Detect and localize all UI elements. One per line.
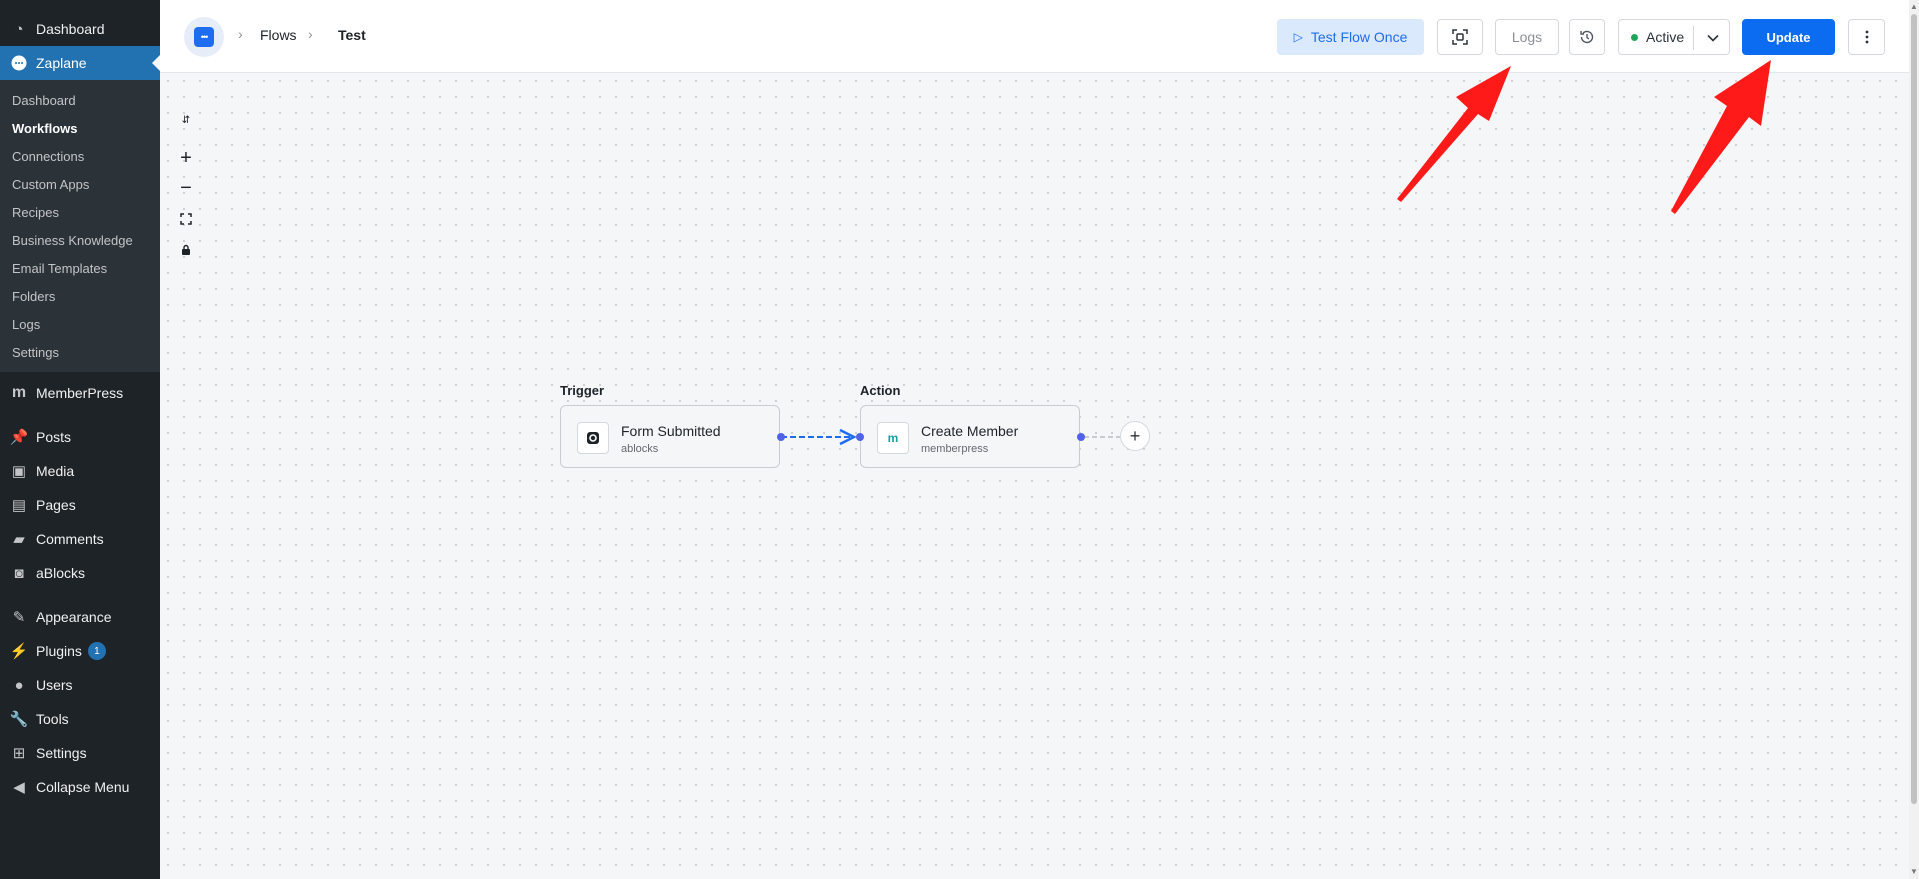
test-flow-label: Test Flow Once <box>1310 29 1408 45</box>
sidebar-item-label: Settings <box>36 745 87 761</box>
chevron-down-icon[interactable] <box>1703 29 1723 47</box>
sidebar-item-users[interactable]: ● Users <box>0 668 160 702</box>
ablocks-icon: ◙ <box>14 564 24 582</box>
update-count-badge: 1 <box>87 642 106 660</box>
submenu-dashboard[interactable]: Dashboard <box>0 86 160 114</box>
sidebar-item-plugins[interactable]: ⚡ Plugins 1 <box>0 634 160 668</box>
submenu-logs[interactable]: Logs <box>0 310 160 338</box>
sidebar-item-label: Posts <box>36 429 72 445</box>
dashboard-icon: ◔ <box>14 20 24 38</box>
sidebar-item-label: MemberPress <box>36 385 124 401</box>
test-flow-once-button[interactable]: ▷ Test Flow Once <box>1277 19 1424 55</box>
sidebar-item-comments[interactable]: ▰ Comments <box>0 522 160 556</box>
submenu-email-templates[interactable]: Email Templates <box>0 254 160 282</box>
sidebar-item-appearance[interactable]: ✎ Appearance <box>0 600 160 634</box>
zaplane-icon <box>10 54 28 72</box>
sidebar-item-memberpress[interactable]: m MemberPress <box>0 376 160 410</box>
submenu-workflows[interactable]: Workflows <box>0 114 160 142</box>
sidebar-item-label: Plugins <box>36 643 82 659</box>
breadcrumb-current: Test <box>338 27 366 43</box>
action-input-handle[interactable] <box>856 433 864 441</box>
sidebar-item-label: Dashboard <box>36 21 105 37</box>
brush-icon: ✎ <box>12 609 26 626</box>
zaplane-submenu: Dashboard Workflows Connections Custom A… <box>0 80 160 372</box>
submenu-folders[interactable]: Folders <box>0 282 160 310</box>
logs-button[interactable]: Logs <box>1495 19 1559 55</box>
sidebar-item-tools[interactable]: 🔧 Tools <box>0 702 160 736</box>
settings-icon: ⊞ <box>12 745 26 762</box>
screenshot-button[interactable] <box>1437 19 1483 55</box>
sidebar-item-label: Comments <box>36 531 104 547</box>
zaplane-logo-icon: ••• <box>194 27 214 47</box>
submenu-recipes[interactable]: Recipes <box>0 198 160 226</box>
sidebar-item-settings[interactable]: ⊞ Settings <box>0 736 160 770</box>
collapse-icon: ◀ <box>13 779 25 796</box>
more-options-button[interactable] <box>1848 19 1885 55</box>
sidebar-item-label: aBlocks <box>36 565 86 581</box>
sidebar-item-label: Tools <box>36 711 69 727</box>
add-step-button[interactable]: + <box>1120 421 1150 451</box>
plus-icon: + <box>1129 425 1141 446</box>
kebab-menu-icon <box>1865 30 1868 44</box>
submenu-settings[interactable]: Settings <box>0 338 160 366</box>
sidebar-item-media[interactable]: ▣ Media <box>0 454 160 488</box>
page-scrollbar[interactable]: ▲ ▼ <box>1909 0 1919 879</box>
admin-sidebar: ◔ Dashboard Zaplane Dashboard Workflows … <box>0 0 160 879</box>
update-button[interactable]: Update <box>1742 19 1835 55</box>
pages-icon: ▤ <box>11 497 27 514</box>
sidebar-item-pages[interactable]: ▤ Pages <box>0 488 160 522</box>
scroll-up-icon[interactable]: ▲ <box>1910 2 1918 11</box>
sidebar-item-label: Pages <box>36 497 76 513</box>
flow-canvas[interactable]: ⇵ + − Trigger Action Form Submitted ablo… <box>160 73 1909 879</box>
plugin-icon: ⚡ <box>9 643 29 660</box>
user-icon: ● <box>14 676 24 694</box>
status-label: Active <box>1646 29 1685 45</box>
sidebar-item-posts[interactable]: 📌 Posts <box>0 420 160 454</box>
pin-icon: 📌 <box>9 429 29 446</box>
edge-layer <box>781 428 1120 446</box>
breadcrumb-separator-icon: › <box>238 26 243 42</box>
sidebar-item-collapse[interactable]: ◀ Collapse Menu <box>0 770 160 804</box>
submenu-connections[interactable]: Connections <box>0 142 160 170</box>
app-logo[interactable]: ••• <box>184 17 224 57</box>
submenu-business-knowledge[interactable]: Business Knowledge <box>0 226 160 254</box>
comment-icon: ▰ <box>13 531 25 548</box>
scrollbar-thumb[interactable] <box>1911 14 1917 804</box>
sidebar-item-label: Media <box>36 463 75 479</box>
media-icon: ▣ <box>11 463 27 480</box>
submenu-custom-apps[interactable]: Custom Apps <box>0 170 160 198</box>
action-output-handle[interactable] <box>1077 433 1085 441</box>
sidebar-item-label: Zaplane <box>36 55 87 71</box>
breadcrumb-flows[interactable]: Flows <box>260 27 297 43</box>
flow-editor-header: ••• › Flows › Test ▷ Test Flow Once Logs… <box>160 0 1909 73</box>
play-icon: ▷ <box>1293 30 1303 44</box>
sidebar-item-label: Appearance <box>36 609 112 625</box>
dropdown-divider <box>1693 26 1694 50</box>
sidebar-item-ablocks[interactable]: ◙ aBlocks <box>0 556 160 590</box>
sidebar-item-label: Collapse Menu <box>36 779 130 795</box>
sidebar-item-zaplane[interactable]: Zaplane <box>0 46 160 80</box>
memberpress-icon: m <box>11 384 27 401</box>
scroll-down-icon[interactable]: ▼ <box>1910 867 1918 876</box>
history-button[interactable] <box>1569 19 1605 55</box>
trigger-output-handle[interactable] <box>777 433 785 441</box>
active-status-dot <box>1631 33 1638 41</box>
screenshot-icon <box>1452 29 1468 45</box>
sidebar-item-label: Users <box>36 677 73 693</box>
wrench-icon: 🔧 <box>9 711 29 728</box>
history-icon <box>1580 30 1594 44</box>
sidebar-item-dashboard[interactable]: ◔ Dashboard <box>0 12 160 46</box>
status-dropdown[interactable]: Active <box>1618 19 1730 55</box>
breadcrumb-separator-icon: › <box>308 26 313 42</box>
